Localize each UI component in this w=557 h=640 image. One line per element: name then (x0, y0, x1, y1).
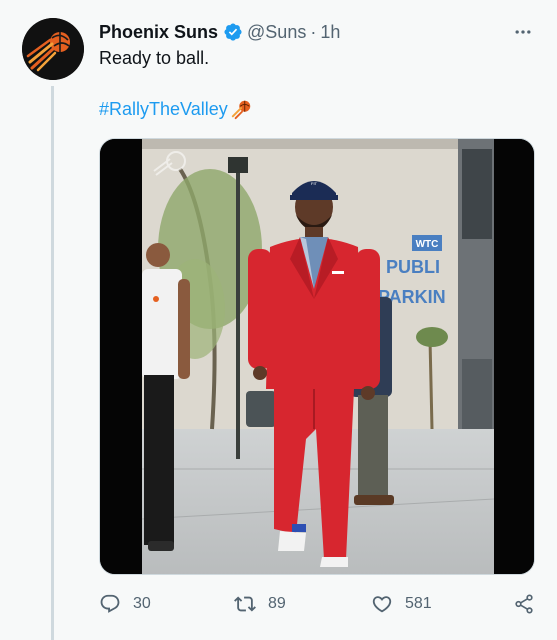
sign-line1-text: PUBLI (386, 257, 440, 277)
player-walking-photo: WTC PUBLI PARKIN FIT (100, 139, 534, 574)
thread-line (51, 86, 54, 640)
verified-badge-icon (224, 23, 242, 41)
heart-icon (372, 596, 392, 613)
tweet-header: Phoenix Suns @Suns · 1h (99, 20, 537, 44)
hashtag-row: #RallyTheValley (99, 98, 253, 120)
more-options-button[interactable] (511, 20, 535, 44)
suns-logo-icon (22, 18, 84, 80)
retweet-icon (234, 596, 256, 612)
tweet-media-image[interactable]: WTC PUBLI PARKIN FIT (99, 138, 535, 575)
tweet-action-bar: 30 89 581 (99, 590, 539, 618)
like-button[interactable]: 581 (371, 590, 432, 618)
share-button[interactable] (513, 590, 547, 618)
more-dots-icon (515, 30, 531, 34)
hashtag-link[interactable]: #RallyTheValley (99, 99, 228, 120)
like-count: 581 (405, 595, 432, 612)
sign-brand-text: WTC (416, 239, 439, 250)
cap-text: FIT (311, 181, 318, 186)
reply-button[interactable]: 30 (99, 590, 151, 618)
basketball-flame-icon (231, 100, 250, 120)
author-handle[interactable]: @Suns (247, 22, 306, 43)
tweet[interactable]: Phoenix Suns @Suns · 1h Ready to ball. #… (0, 0, 557, 640)
tweet-timestamp[interactable]: 1h (320, 22, 340, 43)
avatar[interactable] (22, 18, 84, 80)
retweet-button[interactable]: 89 (234, 590, 286, 618)
retweet-count: 89 (268, 595, 286, 612)
separator-dot: · (310, 21, 317, 42)
share-icon (515, 594, 533, 614)
reply-count: 30 (133, 595, 151, 612)
reply-icon (100, 594, 120, 613)
author-name[interactable]: Phoenix Suns (99, 22, 218, 43)
tweet-text: Ready to ball. (99, 48, 210, 68)
